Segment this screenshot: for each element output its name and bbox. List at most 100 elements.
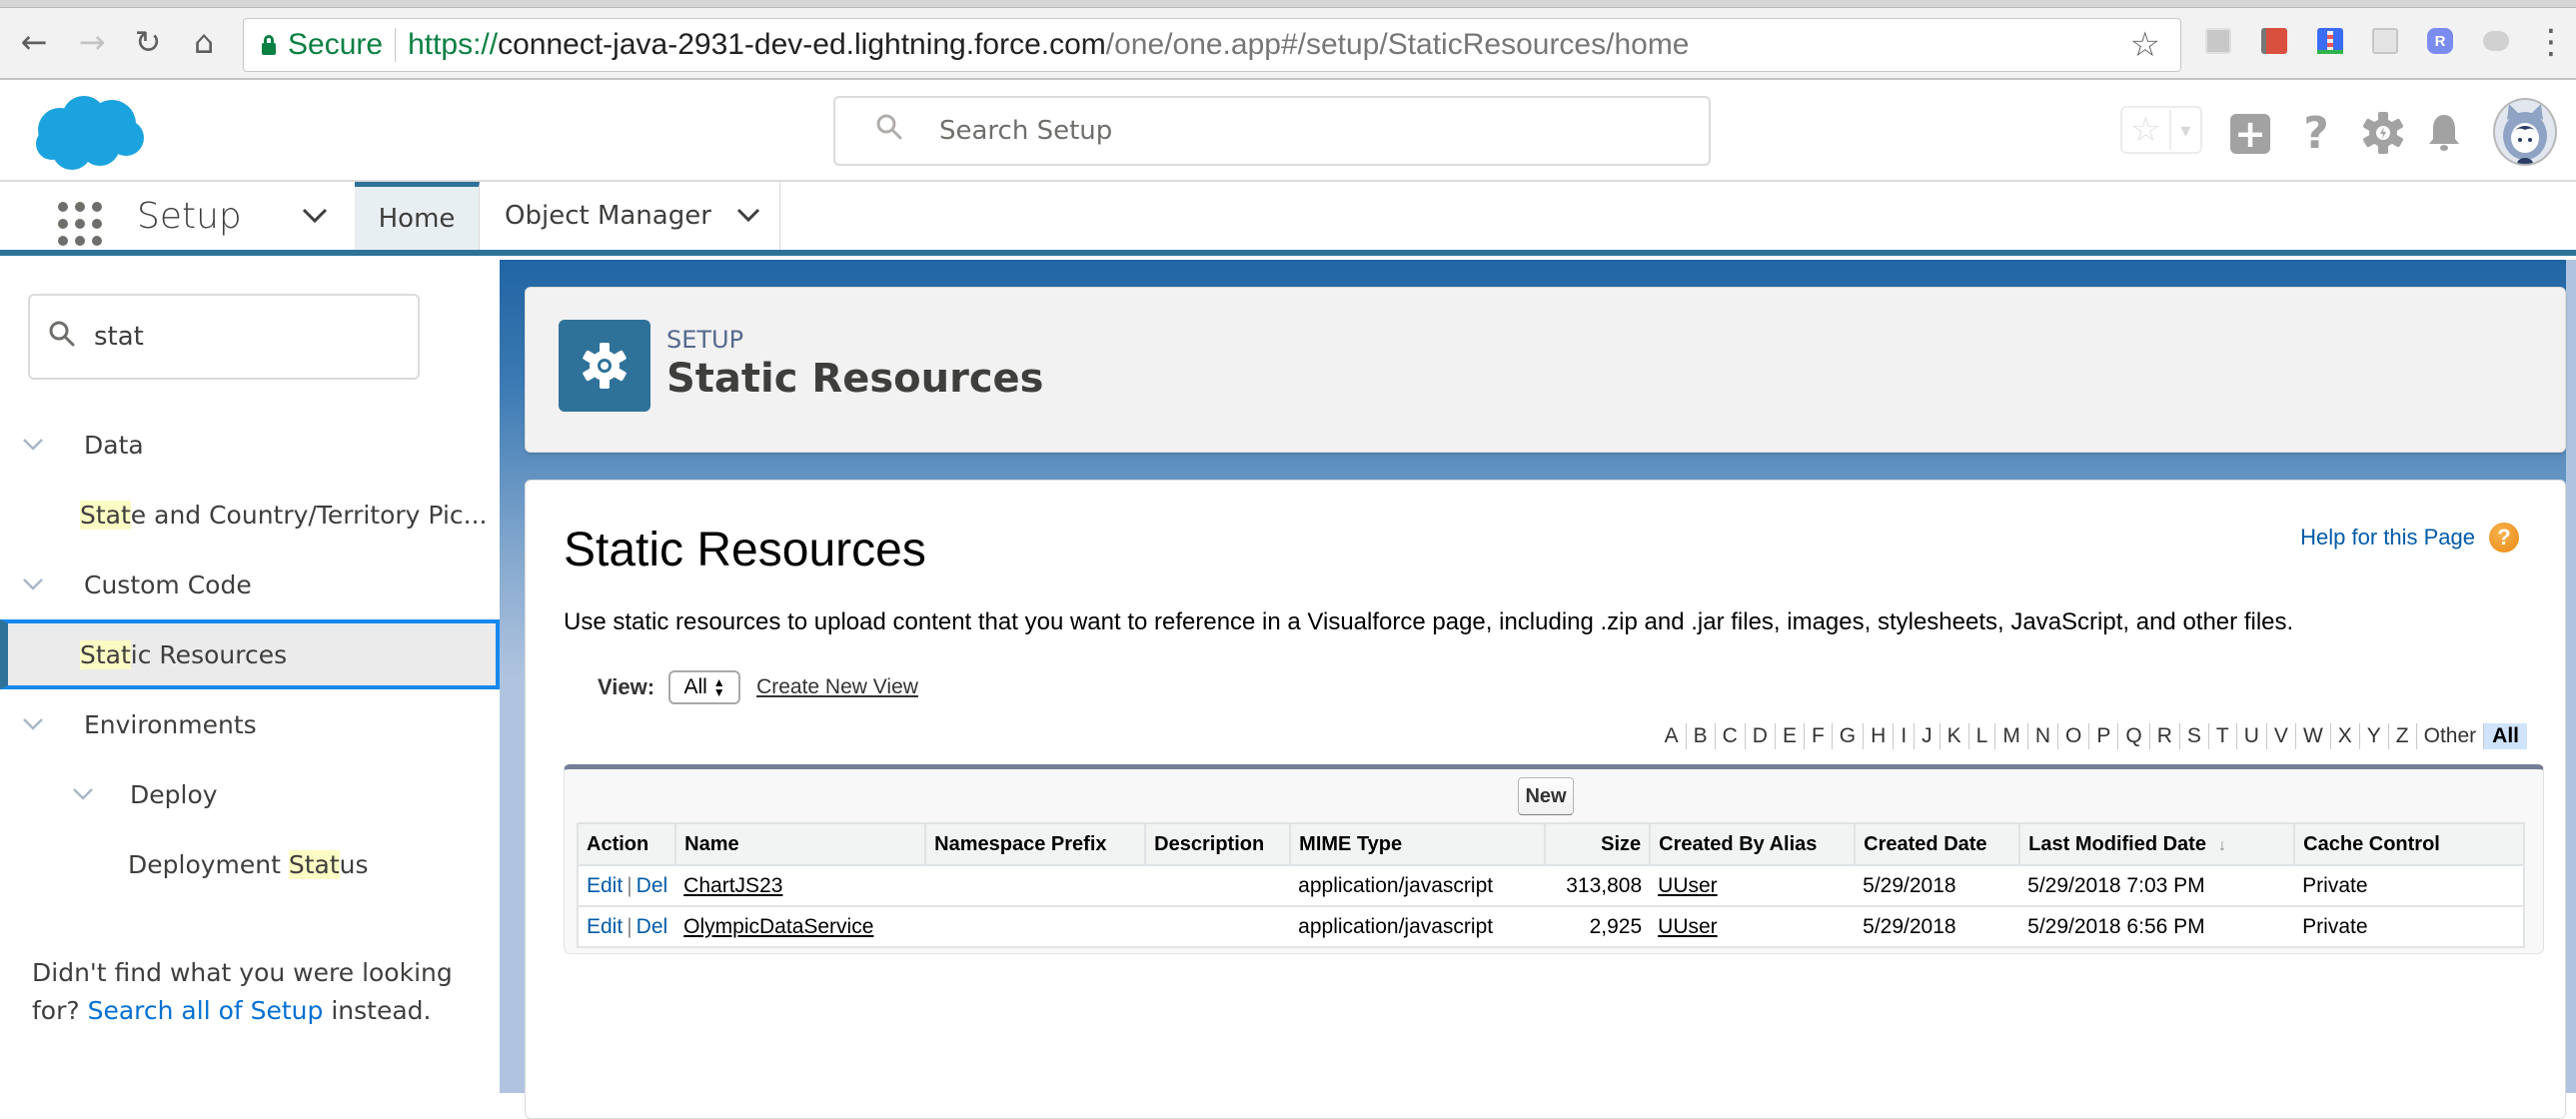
column-header-created-by-alias[interactable]: Created By Alias	[1649, 822, 1857, 866]
view-filter-row: View: All ▲ ▼ Create New View	[598, 670, 918, 704]
edit-link[interactable]: Edit	[587, 915, 623, 938]
favorites-button[interactable]: ☆ ▾	[2120, 106, 2202, 154]
column-header-name[interactable]: Name	[674, 822, 927, 866]
tab-object-manager[interactable]: Object Manager	[481, 182, 780, 250]
alpha-filter-c[interactable]: C	[1714, 723, 1745, 749]
view-select[interactable]: All ▲ ▼	[668, 670, 741, 704]
r-extension-icon[interactable]: R	[2427, 28, 2453, 54]
alpha-filter-o[interactable]: O	[2057, 723, 2088, 749]
global-actions-button[interactable]: +	[2230, 112, 2270, 156]
reload-button[interactable]: ↻	[128, 22, 168, 62]
tree-group-label: Custom Code	[84, 569, 252, 599]
app-launcher-icon[interactable]	[58, 202, 102, 246]
bookmark-star-icon[interactable]: ☆	[2130, 25, 2160, 65]
alpha-filter-f[interactable]: F	[1803, 723, 1832, 749]
static-resources-table: Action Name Namespace Prefix Description…	[576, 822, 2525, 948]
mime-type-cell: application/javascript	[1290, 906, 1546, 948]
column-header-namespace-prefix[interactable]: Namespace Prefix	[924, 822, 1147, 866]
ghostery-icon[interactable]	[2372, 28, 2398, 54]
tree-item-deployment-status[interactable]: Deployment Stat us	[0, 829, 500, 899]
chevron-down-icon[interactable]	[22, 572, 62, 597]
right-edge	[2566, 260, 2576, 1093]
alpha-filter-b[interactable]: B	[1685, 723, 1715, 749]
alpha-filter-i[interactable]: I	[1893, 723, 1914, 749]
created-by-user-link[interactable]: UUser	[1658, 915, 1718, 938]
alpha-filter-r[interactable]: R	[2148, 723, 2179, 749]
alpha-filter-m[interactable]: M	[1994, 723, 2027, 749]
delete-link[interactable]: Del	[637, 915, 668, 938]
column-header-cache-control[interactable]: Cache Control	[2293, 822, 2525, 866]
delete-link[interactable]: Del	[637, 874, 668, 897]
edit-link[interactable]: Edit	[587, 874, 623, 897]
alpha-filter-all[interactable]: All	[2483, 723, 2527, 749]
notifications-button[interactable]	[2424, 108, 2464, 158]
column-header-size[interactable]: Size	[1544, 822, 1652, 866]
alpha-filter-g[interactable]: G	[1831, 723, 1863, 749]
column-header-mime-type[interactable]: MIME Type	[1289, 822, 1547, 866]
home-button[interactable]: ⌂	[184, 22, 224, 62]
chevron-down-icon[interactable]	[72, 782, 112, 807]
alpha-filter-d[interactable]: D	[1744, 723, 1775, 749]
alpha-filter-a[interactable]: A	[1658, 723, 1686, 749]
alphabet-filter: A B C D E F G H I J K L M N O P Q R S T U V W X Y Z Other All	[1658, 723, 2527, 749]
tree-group-environments[interactable]: Environments	[0, 689, 500, 759]
address-bar[interactable]: Secure https://connect-java-2931-dev-ed.…	[243, 18, 2181, 72]
back-button[interactable]: ←	[14, 22, 54, 62]
tab-manager-icon[interactable]	[2205, 28, 2231, 54]
create-new-view-link[interactable]: Create New View	[756, 675, 918, 699]
alpha-filter-j[interactable]: J	[1914, 723, 1939, 749]
chevron-down-icon[interactable]	[22, 433, 62, 458]
search-all-setup-link[interactable]: Search all of Setup	[88, 996, 324, 1025]
alpha-filter-w[interactable]: W	[2294, 723, 2330, 749]
alpha-filter-p[interactable]: P	[2088, 723, 2117, 749]
salesforce-logo-icon[interactable]	[30, 92, 146, 174]
column-header-created-date[interactable]: Created Date	[1854, 822, 2021, 866]
global-search-input[interactable]	[939, 116, 1639, 146]
global-search-box[interactable]	[833, 96, 1711, 166]
alpha-filter-h[interactable]: H	[1863, 723, 1893, 749]
tree-group-data[interactable]: Data	[0, 410, 500, 480]
lighthouse-icon[interactable]	[2317, 28, 2343, 54]
description-cell	[1145, 906, 1291, 948]
user-avatar[interactable]	[2493, 98, 2557, 166]
new-button[interactable]: New	[1518, 777, 1574, 815]
setup-gear-button[interactable]	[2360, 108, 2406, 158]
forward-button[interactable]: →	[72, 22, 112, 62]
tree-group-custom-code[interactable]: Custom Code	[0, 550, 500, 619]
tree-item-state-country-picklists[interactable]: Stat e and Country/Territory Pic...	[0, 480, 500, 550]
help-button[interactable]: ?	[2296, 108, 2336, 159]
alpha-filter-e[interactable]: E	[1774, 723, 1804, 749]
quick-find-input[interactable]	[94, 322, 394, 352]
alpha-filter-u[interactable]: U	[2235, 723, 2266, 749]
chevron-down-icon[interactable]	[22, 712, 62, 737]
created-by-user-link[interactable]: UUser	[1658, 874, 1718, 897]
object-manager-chevron-icon[interactable]	[735, 202, 761, 230]
alpha-filter-other[interactable]: Other	[2415, 723, 2484, 749]
page-header-eyebrow: SETUP	[666, 326, 744, 354]
alpha-filter-k[interactable]: K	[1938, 723, 1968, 749]
alpha-filter-l[interactable]: L	[1967, 723, 1995, 749]
tree-subgroup-deploy[interactable]: Deploy	[0, 759, 500, 829]
quick-find-box[interactable]	[28, 294, 420, 380]
tree-item-static-resources[interactable]: Stat ic Resources	[0, 619, 500, 689]
dictionary-icon[interactable]	[2261, 28, 2287, 54]
resource-name-link[interactable]: OlympicDataService	[683, 915, 873, 938]
tab-home[interactable]: Home	[355, 182, 480, 250]
resource-name-link[interactable]: ChartJS23	[683, 874, 782, 897]
url-text[interactable]: https://connect-java-2931-dev-ed.lightni…	[408, 28, 1689, 62]
salesforce-cloud-icon[interactable]	[2483, 31, 2509, 51]
help-for-this-page-link[interactable]: Help for this Page ?	[2300, 523, 2519, 553]
alpha-filter-z[interactable]: Z	[2387, 723, 2416, 749]
alpha-filter-n[interactable]: N	[2026, 723, 2057, 749]
column-header-description[interactable]: Description	[1144, 822, 1292, 866]
alpha-filter-s[interactable]: S	[2178, 723, 2208, 749]
alpha-filter-t[interactable]: T	[2207, 723, 2236, 749]
browser-menu-button[interactable]: ⋮	[2531, 22, 2571, 62]
alpha-filter-x[interactable]: X	[2329, 723, 2359, 749]
favorites-menu-chevron-icon[interactable]: ▾	[2171, 118, 2200, 142]
alpha-filter-q[interactable]: Q	[2117, 723, 2148, 749]
alpha-filter-y[interactable]: Y	[2358, 723, 2388, 749]
alpha-filter-v[interactable]: V	[2265, 723, 2295, 749]
column-header-last-modified-date[interactable]: Last Modified Date ↓	[2018, 822, 2296, 866]
app-menu-chevron-icon[interactable]	[300, 198, 330, 233]
